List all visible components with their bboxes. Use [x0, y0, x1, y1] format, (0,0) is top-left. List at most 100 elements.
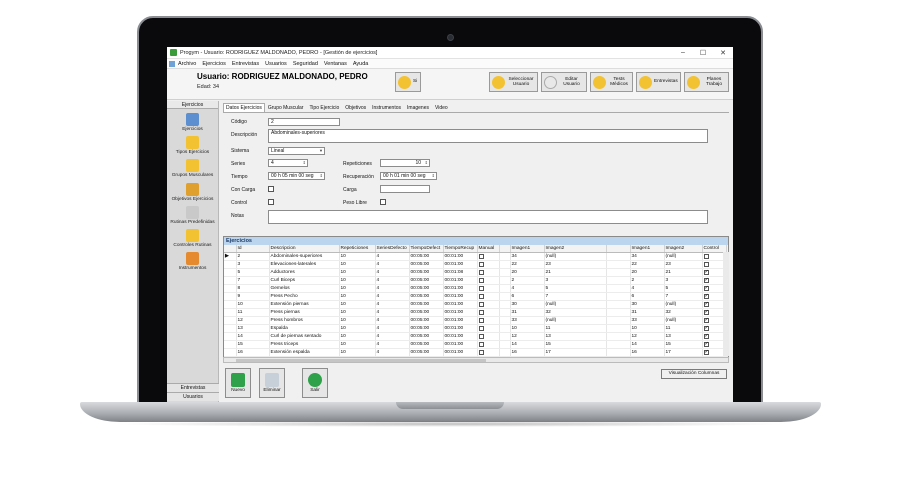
nuevo-button[interactable]: Nuevo — [225, 368, 251, 398]
column-header[interactable]: Descripcion — [269, 245, 340, 253]
recuperacion-field[interactable]: 00 h 01 min 00 seg ⇕ — [380, 172, 437, 180]
table-row[interactable]: 13 Espalda 10 4 00:05:00 00:01:00 10 11 10 11 — [224, 324, 728, 333]
horizontal-scrollbar[interactable] — [223, 357, 729, 363]
column-header[interactable]: Imagen2 — [544, 245, 607, 253]
checkbox[interactable] — [703, 349, 709, 355]
pesolibre-checkbox[interactable] — [380, 199, 386, 205]
select-user-button[interactable]: Seleccionar Usuario — [489, 72, 538, 92]
checkbox[interactable] — [703, 333, 709, 339]
visualizacion-columnas-button[interactable]: Visualización Columnas — [661, 369, 727, 379]
concarga-checkbox[interactable] — [268, 186, 274, 192]
sidebar-item-rutinas[interactable]: Rutinas Predefinidas — [167, 205, 218, 225]
work-plans-button[interactable]: Planes Trabajo — [684, 72, 729, 92]
sidebar-item-instrumentos[interactable]: Instrumentos — [167, 252, 218, 271]
tab-datos-ejercicios[interactable]: Datos Ejercicios — [223, 103, 265, 112]
checkbox[interactable] — [703, 253, 709, 259]
descripcion-field[interactable]: Abdominales-superiores — [268, 129, 708, 143]
tab-instrumentos[interactable]: Instrumentos — [369, 103, 404, 112]
menu-entrevistas[interactable]: Entrevistas — [232, 61, 259, 67]
close-button[interactable]: ✕ — [713, 49, 733, 57]
tab-video[interactable]: Video — [432, 103, 451, 112]
sidebar-item-ejercicios[interactable]: Ejercicios — [167, 113, 218, 132]
checkbox[interactable] — [703, 301, 709, 307]
user-status-button[interactable]: Si — [395, 72, 421, 92]
checkbox[interactable] — [478, 293, 484, 299]
table-row[interactable]: 14 Curl de piernas sentado 10 4 00:05:00 00:0… — [224, 332, 728, 341]
column-header[interactable]: Imagen1 — [510, 245, 545, 253]
column-header[interactable]: Repeticiones — [339, 245, 376, 253]
checkbox[interactable] — [478, 309, 484, 315]
checkbox[interactable] — [478, 253, 484, 259]
minimize-button[interactable]: – — [673, 49, 693, 57]
checkbox[interactable] — [703, 341, 709, 347]
codigo-field[interactable]: 2 — [268, 118, 340, 126]
checkbox[interactable] — [478, 261, 484, 267]
maximize-button[interactable]: ☐ — [693, 49, 713, 57]
column-header[interactable]: TiempoRecup — [443, 245, 478, 253]
table-row[interactable]: 8 Gemelos 10 4 00:05:00 00:01:00 4 5 4 5 — [224, 284, 728, 293]
notas-field[interactable] — [268, 210, 708, 224]
column-header[interactable] — [606, 245, 631, 253]
checkbox[interactable] — [478, 341, 484, 347]
column-header[interactable]: Imagen1 — [630, 245, 665, 253]
column-header[interactable] — [726, 245, 728, 253]
checkbox[interactable] — [478, 325, 484, 331]
checkbox[interactable] — [703, 269, 709, 275]
table-row[interactable]: 16 Extensión espalda 10 4 00:05:00 00:01:00 16… — [224, 348, 728, 357]
menu-seguridad[interactable]: Seguridad — [293, 61, 318, 67]
control-checkbox[interactable] — [268, 199, 274, 205]
sidebar-item-tipos-ejercicios[interactable]: Tipos Ejercicios — [167, 136, 218, 155]
column-header[interactable]: Control — [702, 245, 727, 253]
checkbox[interactable] — [703, 261, 709, 267]
table-row[interactable]: 3 Elevaciones-laterales 10 4 00:05:00 00:01:0… — [224, 260, 728, 269]
table-row[interactable]: 15 Press triceps 10 4 00:05:00 00:01:00 14 15 14… — [224, 340, 728, 349]
checkbox[interactable] — [703, 285, 709, 291]
checkbox[interactable] — [478, 277, 484, 283]
repeticiones-stepper[interactable]: 10 ⇕ — [380, 159, 430, 167]
sidebar-usuarios[interactable]: Usuarios — [167, 392, 219, 401]
table-row[interactable]: 5 Adductores 10 4 00:05:00 00:01:08 20 21 20 21 — [224, 268, 728, 277]
sidebar-entrevistas[interactable]: Entrevistas — [167, 383, 219, 392]
eliminar-button[interactable]: Eliminar — [259, 368, 285, 398]
column-header[interactable] — [499, 245, 511, 253]
tab-tipo-ejercicio[interactable]: Tipo Ejercicio — [306, 103, 342, 112]
table-row[interactable]: 10 Extensión piernas 10 4 00:05:00 00:01:00 30… — [224, 300, 728, 309]
column-header[interactable]: TiempoDefect — [409, 245, 444, 253]
checkbox[interactable] — [478, 285, 484, 291]
checkbox[interactable] — [703, 317, 709, 323]
tab-imagenes[interactable]: Imagenes — [404, 103, 432, 112]
checkbox[interactable] — [478, 301, 484, 307]
column-header[interactable]: Manual — [477, 245, 500, 253]
checkbox[interactable] — [703, 325, 709, 331]
edit-user-button[interactable]: Editar Usuario — [541, 72, 587, 92]
table-row[interactable]: 11 Press piernas 10 4 00:05:00 00:01:00 31 32 31… — [224, 308, 728, 317]
checkbox[interactable] — [478, 333, 484, 339]
tiempo-field[interactable]: 00 h 05 min 00 seg ⇕ — [268, 172, 325, 180]
menu-ejercicios[interactable]: Ejercicios — [202, 61, 226, 67]
salir-button[interactable]: Salir — [302, 368, 328, 398]
medical-tests-button[interactable]: Tests Médicos — [590, 72, 633, 92]
sidebar-item-objetivos[interactable]: Objetivos Ejercicios — [167, 182, 218, 202]
table-row[interactable]: 7 Curl Biceps 10 4 00:05:00 00:01:00 2 3 2 3 — [224, 276, 728, 285]
scroll-thumb[interactable] — [236, 359, 486, 362]
column-header[interactable] — [224, 245, 237, 253]
column-header[interactable]: Imagen2 — [664, 245, 703, 253]
table-row[interactable]: ▶ 2 Abdominales-superiores 10 4 00:05:00 00:01… — [224, 252, 728, 261]
interviews-button[interactable]: Entrevistas — [636, 72, 681, 92]
sidebar-item-grupos-musculares[interactable]: Grupos Musculares — [167, 159, 218, 178]
checkbox[interactable] — [703, 277, 709, 283]
tab-grupo-muscular[interactable]: Grupo Muscular — [265, 103, 307, 112]
menu-usuarios[interactable]: Usuarios — [265, 61, 287, 67]
column-header[interactable]: Id — [236, 245, 270, 253]
sidebar-item-controles[interactable]: Controles Rutinas — [167, 229, 218, 248]
menu-ayuda[interactable]: Ayuda — [353, 61, 369, 67]
column-header[interactable]: SeriesDefecto — [375, 245, 410, 253]
carga-field[interactable] — [380, 185, 430, 193]
series-stepper[interactable]: 4 ⇕ — [268, 159, 308, 167]
menu-archivo[interactable]: Archivo — [178, 61, 196, 67]
checkbox[interactable] — [703, 293, 709, 299]
vertical-scrollbar[interactable] — [723, 252, 729, 356]
menu-ventanas[interactable]: Ventanas — [324, 61, 347, 67]
sistema-select[interactable]: Lineal ▼ — [268, 147, 325, 155]
checkbox[interactable] — [478, 269, 484, 275]
